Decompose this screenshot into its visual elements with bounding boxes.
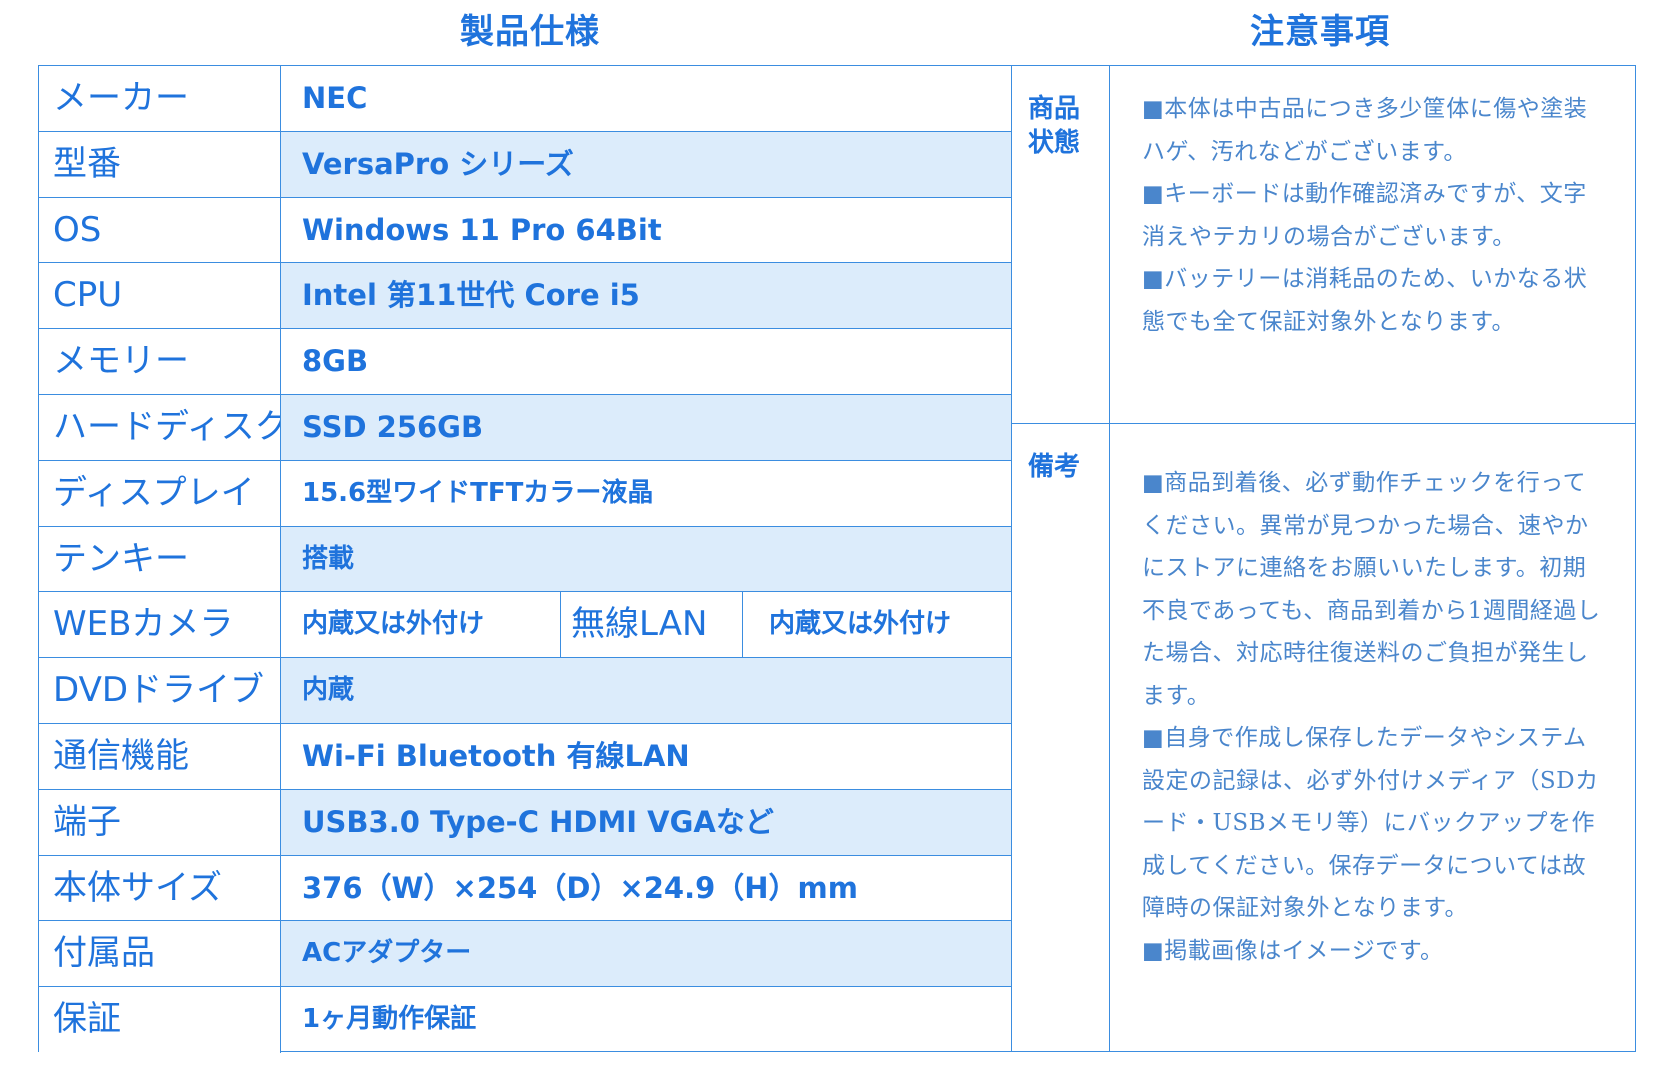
spec-value: 15.6型ワイドTFTカラー液晶	[302, 477, 654, 508]
note-paragraph: ■バッテリーは消耗品のため、いかなる状態でも全て保証対象外となります。	[1142, 266, 1588, 335]
note-paragraph: ■キーボードは動作確認済みですが、文字消えやテカリの場合がございます。	[1142, 181, 1587, 250]
spec-row-os: OS Windows 11 Pro 64Bit	[39, 197, 1011, 264]
spec-value-camera: 内蔵又は外付け	[282, 592, 561, 658]
spec-value: 内蔵	[302, 675, 355, 706]
spec-label: 保証	[39, 987, 281, 1053]
spec-value: ACアダプター	[302, 938, 472, 969]
spec-label: 端子	[39, 789, 281, 855]
spec-row-camera-wlan: WEBカメラ 内蔵又は外付け 無線LAN 内蔵又は外付け	[39, 592, 1011, 659]
spec-row-display: ディスプレイ 15.6型ワイドTFTカラー液晶	[39, 460, 1011, 527]
note-paragraph: ■商品到着後、必ず動作チェックを行ってください。異常が見つかった場合、速やかにス…	[1142, 470, 1601, 709]
spec-label: 本体サイズ	[39, 855, 281, 921]
spec-row-maker: メーカー NEC	[39, 66, 1011, 132]
note-paragraph: ■自身で作成し保存したデータやシステム設定の記録は、必ず外付けメディア（SDカー…	[1142, 725, 1599, 921]
spec-row-numpad: テンキー 搭載	[39, 526, 1011, 593]
notes-condition-body: ■本体は中古品につき多少筐体に傷や塗装ハゲ、汚れなどがございます。 ■キーボード…	[1142, 88, 1602, 343]
spec-row-memory: メモリー 8GB	[39, 329, 1011, 395]
spec-label: CPU	[39, 263, 281, 329]
spec-label: テンキー	[39, 526, 281, 592]
spec-value: SSD 256GB	[302, 410, 484, 444]
spec-value-wlan: 内蔵又は外付け	[769, 609, 952, 640]
spec-value: 搭載	[302, 543, 355, 574]
notes-heading: 注意事項	[1250, 12, 1390, 52]
spec-value: USB3.0 Type-C HDMI VGAなど	[302, 804, 774, 839]
spec-label: ハードディスク	[39, 395, 281, 460]
spec-label: 型番	[39, 131, 281, 197]
spec-value: Windows 11 Pro 64Bit	[302, 212, 662, 247]
spec-row-size: 本体サイズ 376（W）×254（D）×24.9（H）mm	[39, 855, 1011, 922]
note-paragraph: ■掲載画像はイメージです。	[1142, 937, 1444, 964]
notes-table: 商品 状態 ■本体は中古品につき多少筐体に傷や塗装ハゲ、汚れなどがございます。 …	[1012, 65, 1636, 1052]
spec-row-storage: ハードディスク SSD 256GB	[39, 395, 1011, 461]
spec-heading: 製品仕様	[460, 12, 600, 52]
spec-value: 8GB	[302, 344, 369, 379]
spec-label: OS	[39, 197, 281, 263]
notes-remarks-section: 備考 ■商品到着後、必ず動作チェックを行ってください。異常が見つかった場合、速や…	[1012, 424, 1635, 1051]
notes-remarks-label: 備考	[1012, 424, 1110, 1051]
spec-label: 通信機能	[39, 724, 281, 789]
spec-label: メーカー	[39, 66, 281, 131]
notes-condition-label: 商品 状態	[1012, 66, 1110, 423]
spec-value: 1ヶ月動作保証	[302, 1004, 477, 1035]
spec-row-accessories: 付属品 ACアダプター	[39, 921, 1011, 988]
spec-row-network: 通信機能 Wi-Fi Bluetooth 有線LAN	[39, 724, 1011, 790]
notes-remarks-body: ■商品到着後、必ず動作チェックを行ってください。異常が見つかった場合、速やかにス…	[1142, 462, 1602, 972]
spec-value: Intel 第11世代 Core i5	[302, 278, 640, 313]
spec-row-ports: 端子 USB3.0 Type-C HDMI VGAなど	[39, 789, 1011, 856]
spec-value: Wi-Fi Bluetooth 有線LAN	[302, 739, 690, 773]
spec-label: WEBカメラ	[39, 592, 281, 658]
spec-label-wlan: 無線LAN	[561, 592, 743, 658]
spec-table: メーカー NEC 型番 VersaPro シリーズ OS Windows 11 …	[38, 65, 1012, 1053]
spec-label: DVDドライブ	[39, 658, 281, 723]
note-paragraph: ■本体は中古品につき多少筐体に傷や塗装ハゲ、汚れなどがございます。	[1142, 96, 1588, 165]
spec-value: 376（W）×254（D）×24.9（H）mm	[302, 870, 858, 905]
spec-row-warranty: 保証 1ヶ月動作保証	[39, 987, 1011, 1053]
notes-condition-section: 商品 状態 ■本体は中古品につき多少筐体に傷や塗装ハゲ、汚れなどがございます。 …	[1012, 66, 1635, 424]
spec-row-model: 型番 VersaPro シリーズ	[39, 131, 1011, 198]
spec-label: 付属品	[39, 921, 281, 987]
spec-value: VersaPro シリーズ	[302, 146, 574, 181]
spec-label: メモリー	[39, 329, 281, 394]
spec-value: NEC	[302, 81, 368, 115]
spec-label: ディスプレイ	[39, 460, 281, 526]
spec-row-cpu: CPU Intel 第11世代 Core i5	[39, 263, 1011, 330]
spec-row-dvd: DVDドライブ 内蔵	[39, 658, 1011, 724]
